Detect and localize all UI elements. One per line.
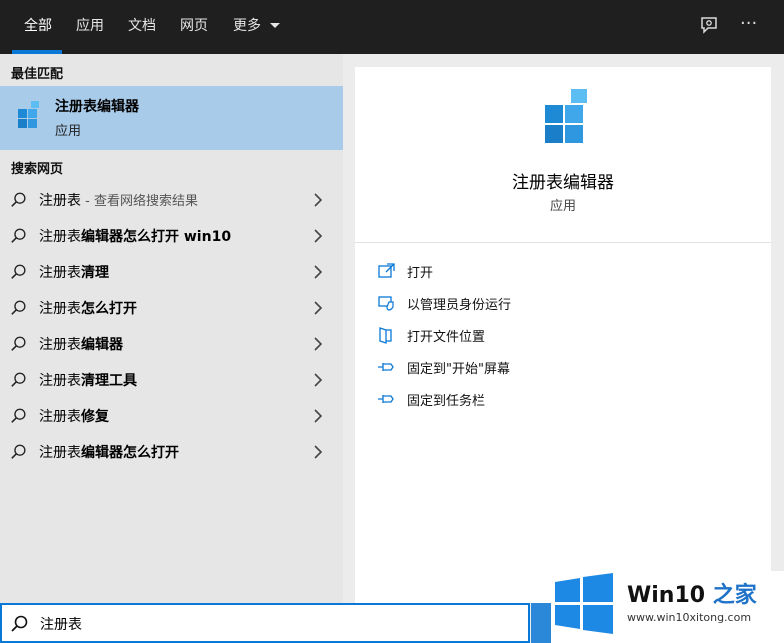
web-search-item-text: 注册表清理工具 — [39, 370, 137, 390]
results-panel: 最佳匹配 注册表编辑器 应用 搜索网页 注册表 - 查看网络搜索结果 注册表编辑器… — [0, 54, 343, 603]
web-search-item-text: 注册表修复 — [39, 406, 109, 426]
watermark-title-a: Win10 — [627, 583, 706, 608]
query-prefix: 注册表 — [39, 265, 81, 281]
web-search-item[interactable]: 注册表怎么打开 — [0, 290, 343, 326]
web-search-item-text: 注册表 - 查看网络搜索结果 — [39, 190, 198, 210]
web-search-item-text: 注册表怎么打开 — [39, 298, 137, 318]
search-icon — [11, 408, 26, 423]
query-prefix: 注册表 — [39, 445, 81, 461]
search-icon — [11, 192, 26, 207]
search-icon — [11, 615, 28, 632]
top-bar: 全部 应用 文档 网页 更多 ··· — [0, 0, 784, 54]
query-suggestion: 编辑器怎么打开 — [81, 445, 179, 461]
action-pin-to-start[interactable]: 固定到"开始"屏幕 — [377, 355, 677, 381]
action-open[interactable]: 打开 — [377, 259, 677, 285]
tab-apps[interactable]: 应用 — [76, 0, 104, 54]
web-search-item[interactable]: 注册表修复 — [0, 398, 343, 434]
watermark-url: www.win10xitong.com — [627, 611, 752, 624]
file-location-icon — [379, 327, 392, 344]
action-open-file-location[interactable]: 打开文件位置 — [377, 323, 677, 349]
feedback-icon[interactable] — [697, 14, 721, 38]
watermark-title-b: 之家 — [705, 583, 757, 608]
query-prefix: 注册表 — [39, 229, 81, 245]
chevron-right-icon[interactable] — [312, 337, 324, 351]
chevron-right-icon[interactable] — [312, 409, 324, 423]
web-search-item[interactable]: 注册表编辑器怎么打开 — [0, 434, 343, 470]
web-search-item-text: 注册表编辑器怎么打开 win10 — [39, 226, 231, 246]
chevron-right-icon[interactable] — [312, 445, 324, 459]
web-search-item-text: 注册表清理 — [39, 262, 109, 282]
action-label: 打开文件位置 — [407, 330, 486, 345]
query-suggestion: 修复 — [81, 409, 109, 425]
query-prefix: 注册表 — [39, 409, 81, 425]
action-label: 打开 — [407, 266, 434, 281]
cortana-button[interactable] — [531, 603, 553, 643]
divider — [355, 242, 771, 243]
web-search-title: 搜索网页 — [11, 162, 64, 177]
query-prefix: 注册表 — [39, 373, 81, 389]
search-input[interactable]: 注册表 — [40, 614, 82, 634]
query-prefix: 注册表 — [39, 193, 81, 209]
pin-icon — [378, 395, 394, 403]
web-search-item[interactable]: 注册表清理工具 — [0, 362, 343, 398]
best-match-item[interactable]: 注册表编辑器 应用 — [0, 86, 343, 150]
detail-card: 注册表编辑器 应用 打开 以管理员身份运行 打开文件位置 固定到"开始"屏幕 固… — [355, 67, 771, 603]
query-suggestion: 清理工具 — [81, 373, 137, 389]
query-suggestion: 清理 — [81, 265, 109, 281]
open-icon — [378, 263, 395, 278]
action-pin-to-taskbar[interactable]: 固定到任务栏 — [377, 387, 677, 413]
query-suggestion: 编辑器 — [81, 337, 123, 353]
action-label: 以管理员身份运行 — [407, 298, 512, 313]
search-icon — [11, 444, 26, 459]
windows-logo-icon — [555, 573, 613, 634]
query-suggestion: 怎么打开 — [81, 301, 137, 317]
query-suggestion: 编辑器怎么打开 win10 — [81, 229, 232, 245]
web-search-item-text: 注册表编辑器 — [39, 334, 123, 354]
search-icon — [11, 264, 26, 279]
watermark-logo: Win10 之家 www.win10xitong.com — [551, 571, 784, 643]
detail-subtitle: 应用 — [549, 199, 576, 214]
web-search-item[interactable]: 注册表 - 查看网络搜索结果 — [0, 182, 343, 218]
web-search-item[interactable]: 注册表编辑器怎么打开 win10 — [0, 218, 343, 254]
tab-more[interactable]: 更多 — [233, 0, 281, 54]
registry-editor-large-icon — [545, 89, 587, 143]
chevron-right-icon[interactable] — [312, 229, 324, 243]
search-box[interactable]: 注册表 — [0, 603, 530, 643]
tab-documents[interactable]: 文档 — [128, 0, 156, 54]
action-run-as-admin[interactable]: 以管理员身份运行 — [377, 291, 677, 317]
registry-editor-icon — [18, 101, 39, 128]
search-icon — [11, 372, 26, 387]
chevron-down-icon — [270, 23, 281, 28]
watermark-title: Win10 之家 — [627, 577, 757, 609]
best-match-name: 注册表编辑器 — [55, 99, 139, 115]
query-prefix: 注册表 — [39, 301, 81, 317]
best-match-title: 最佳匹配 — [11, 67, 64, 82]
web-search-item[interactable]: 注册表编辑器 — [0, 326, 343, 362]
chevron-right-icon[interactable] — [312, 193, 324, 207]
chevron-right-icon[interactable] — [312, 301, 324, 315]
query-prefix: 注册表 — [39, 337, 81, 353]
chevron-right-icon[interactable] — [312, 265, 324, 279]
action-label: 固定到任务栏 — [407, 394, 486, 409]
tab-all[interactable]: 全部 — [24, 0, 52, 54]
best-match-type: 应用 — [55, 124, 82, 139]
search-icon — [11, 228, 26, 243]
search-icon — [11, 300, 26, 315]
web-search-item[interactable]: 注册表清理 — [0, 254, 343, 290]
run-as-admin-icon — [378, 296, 394, 311]
chevron-right-icon[interactable] — [312, 373, 324, 387]
more-options-icon[interactable]: ··· — [740, 14, 764, 38]
web-search-item-text: 注册表编辑器怎么打开 — [39, 442, 179, 462]
query-sub: - 查看网络搜索结果 — [81, 194, 198, 209]
tab-web[interactable]: 网页 — [180, 0, 208, 54]
pin-icon — [378, 363, 394, 371]
action-label: 固定到"开始"屏幕 — [407, 362, 510, 377]
detail-title: 注册表编辑器 — [512, 173, 614, 193]
tab-more-label: 更多 — [233, 18, 261, 34]
search-icon — [11, 336, 26, 351]
